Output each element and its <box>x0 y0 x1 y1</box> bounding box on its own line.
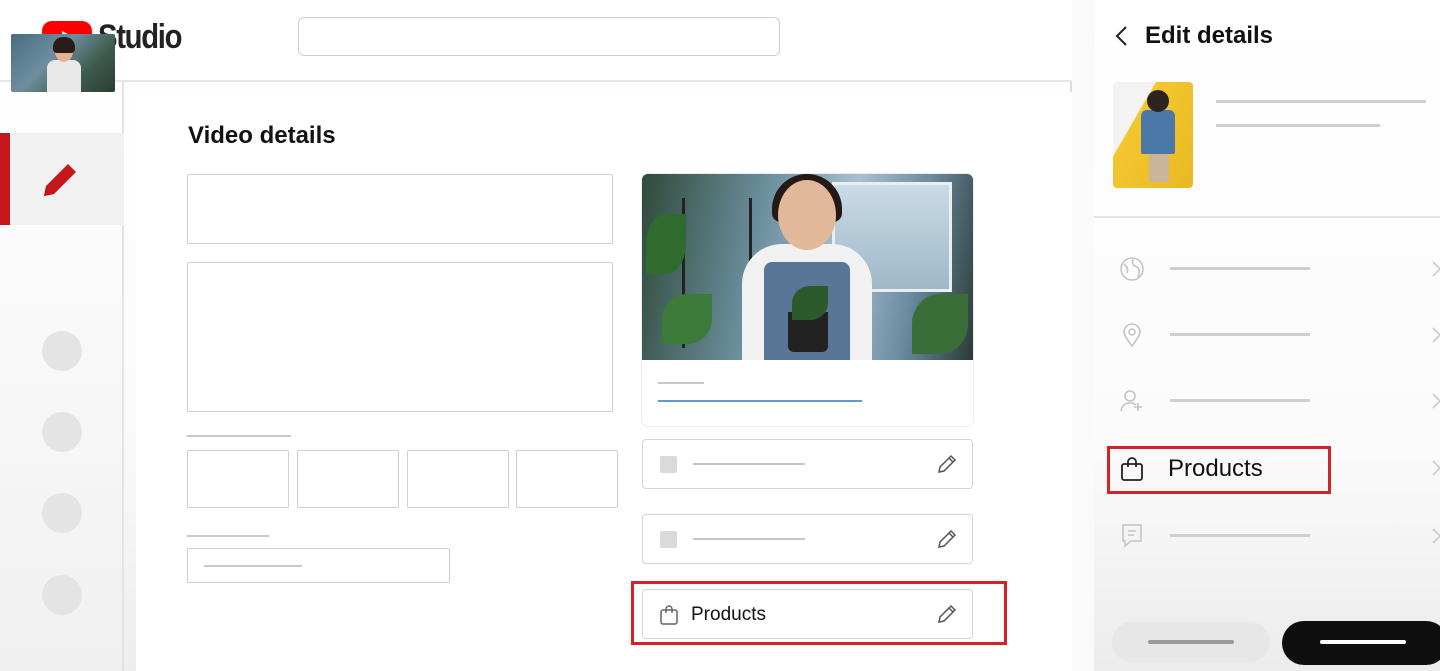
chevron-right-icon <box>1432 393 1440 409</box>
globe-icon <box>1120 257 1144 281</box>
description-field[interactable] <box>187 262 613 412</box>
chevron-right-icon <box>1432 460 1440 476</box>
sidebar-item-placeholder[interactable] <box>42 412 82 452</box>
section-label-placeholder <box>187 535 269 537</box>
video-thumbnail[interactable] <box>11 34 115 92</box>
location-pin-icon <box>1123 323 1141 348</box>
mobile-edit-details-screen: Edit details Products <box>1094 0 1440 671</box>
menu-item-location[interactable] <box>1170 333 1310 336</box>
thumb-person-hair <box>53 37 75 53</box>
menu-item-collaborators[interactable] <box>1170 399 1310 402</box>
chevron-right-icon <box>1432 261 1440 277</box>
plant-leaf <box>646 214 686 274</box>
detail-card[interactable] <box>642 514 973 564</box>
title-field[interactable] <box>187 174 613 244</box>
thumb-person-shirt <box>1141 110 1175 154</box>
video-preview-card[interactable] <box>642 174 973 426</box>
edit-pencil-icon[interactable] <box>936 528 958 550</box>
thumb-person-body <box>47 60 81 92</box>
presenter-face <box>778 180 836 250</box>
section-label-placeholder <box>187 435 291 437</box>
sidebar-item-placeholder[interactable] <box>42 493 82 533</box>
menu-item-visibility[interactable] <box>1170 267 1310 270</box>
menu-item-comments[interactable] <box>1170 534 1310 537</box>
thumbnail-option[interactable] <box>407 450 509 508</box>
divider <box>1094 216 1440 218</box>
plant-leaf <box>662 294 712 344</box>
video-link-placeholder[interactable] <box>658 400 862 402</box>
thumb-person-legs <box>1149 152 1169 182</box>
screen-title: Edit details <box>1145 22 1274 49</box>
preview-label-placeholder <box>658 382 704 384</box>
highlight-box <box>1107 446 1331 494</box>
card-text-placeholder <box>693 538 805 540</box>
video-thumbnail[interactable] <box>1113 82 1193 188</box>
thumbnail-option[interactable] <box>516 450 618 508</box>
sidebar-item-placeholder[interactable] <box>42 331 82 371</box>
chevron-right-icon <box>1432 528 1440 544</box>
select-value-placeholder <box>204 565 302 567</box>
thumbnail-option[interactable] <box>297 450 399 508</box>
studio-desktop-window: Studio Video details Products <box>0 0 1072 671</box>
chevron-right-icon <box>1432 327 1440 343</box>
plant-leaf <box>792 286 828 320</box>
thumb-person-head <box>1147 90 1169 112</box>
card-icon-placeholder <box>660 456 677 473</box>
save-button[interactable] <box>1282 621 1440 665</box>
video-preview-image <box>642 174 973 360</box>
detail-card[interactable] <box>642 439 973 489</box>
comment-icon <box>1122 524 1142 548</box>
person-add-icon <box>1120 390 1142 412</box>
plant-leaf <box>912 294 968 354</box>
sidebar-item-placeholder[interactable] <box>42 575 82 615</box>
card-icon-placeholder <box>660 531 677 548</box>
card-text-placeholder <box>693 463 805 465</box>
pencil-icon <box>44 164 76 196</box>
page-title: Video details <box>188 122 336 149</box>
video-title-placeholder <box>1216 100 1426 103</box>
back-arrow-icon[interactable] <box>1112 24 1132 48</box>
video-meta-placeholder <box>1216 124 1380 127</box>
playlist-select[interactable] <box>187 548 450 583</box>
edit-pencil-icon[interactable] <box>936 453 958 475</box>
highlight-box <box>631 581 1007 645</box>
search-input[interactable] <box>298 17 780 56</box>
thumbnail-option[interactable] <box>187 450 289 508</box>
cancel-button[interactable] <box>1112 622 1270 662</box>
top-bar: Studio <box>0 0 1072 82</box>
